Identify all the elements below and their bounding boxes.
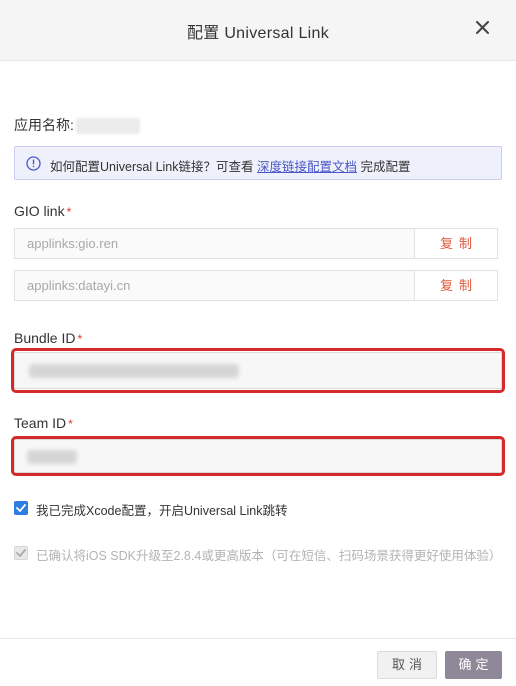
xcode-config-label: 我已完成Xcode配置，开启Universal Link跳转 bbox=[36, 504, 288, 518]
docs-link[interactable]: 深度链接配置文档 bbox=[257, 160, 357, 174]
gio-link-label-text: GIO link bbox=[14, 203, 65, 219]
bundle-id-label-text: Bundle ID bbox=[14, 330, 76, 346]
checkmark-icon bbox=[16, 549, 26, 557]
close-icon bbox=[476, 21, 489, 34]
required-mark: * bbox=[77, 332, 83, 346]
close-button[interactable] bbox=[476, 18, 492, 38]
info-circle-icon bbox=[26, 156, 41, 171]
confirm-button[interactable]: 确定 bbox=[445, 651, 502, 679]
sdk-upgrade-checkbox bbox=[14, 546, 28, 560]
gio-link-label: GIO link * bbox=[14, 203, 71, 219]
info-text-after: 完成配置 bbox=[357, 160, 411, 174]
team-id-label-text: Team ID bbox=[14, 415, 67, 431]
info-banner: 如何配置Universal Link链接？可查看 深度链接配置文档 完成配置 bbox=[14, 146, 502, 180]
bundle-id-label: Bundle ID * bbox=[14, 330, 82, 346]
dialog-header: 配置 Universal Link bbox=[0, 0, 516, 61]
required-mark: * bbox=[68, 417, 73, 431]
copy-button-1[interactable]: 复制 bbox=[414, 228, 498, 259]
gio-link-input-1[interactable]: applinks:gio.ren bbox=[14, 228, 414, 259]
xcode-config-checkbox[interactable] bbox=[14, 501, 28, 515]
gio-link-row-2: applinks:datayi.cn 复制 bbox=[14, 270, 498, 301]
dialog-title: 配置 Universal Link bbox=[186, 25, 330, 42]
app-name-label: 应用名称: bbox=[14, 117, 74, 133]
gio-link-row-1: applinks:gio.ren 复制 bbox=[14, 228, 498, 259]
app-name-value-redacted bbox=[75, 118, 140, 135]
copy-button-2[interactable]: 复制 bbox=[414, 270, 498, 301]
dialog-footer: 取消 确定 bbox=[0, 638, 516, 686]
team-id-highlight bbox=[11, 436, 505, 476]
required-mark: * bbox=[66, 205, 72, 219]
sdk-upgrade-label: 已确认将iOS SDK升级至2.8.4或更高版本（可在短信、扫码场景获得更好使用… bbox=[36, 549, 502, 563]
bundle-id-highlight bbox=[11, 348, 505, 393]
gio-link-input-2[interactable]: applinks:datayi.cn bbox=[14, 270, 414, 301]
checkmark-icon bbox=[16, 504, 26, 512]
info-text: 如何配置Universal Link链接？可查看 深度链接配置文档 完成配置 bbox=[50, 156, 410, 175]
team-id-label: Team ID * bbox=[14, 415, 73, 431]
info-text-before: 如何配置Universal Link链接？可查看 bbox=[50, 160, 257, 174]
app-name-row: 应用名称: bbox=[14, 115, 140, 135]
cancel-button[interactable]: 取消 bbox=[377, 651, 437, 679]
